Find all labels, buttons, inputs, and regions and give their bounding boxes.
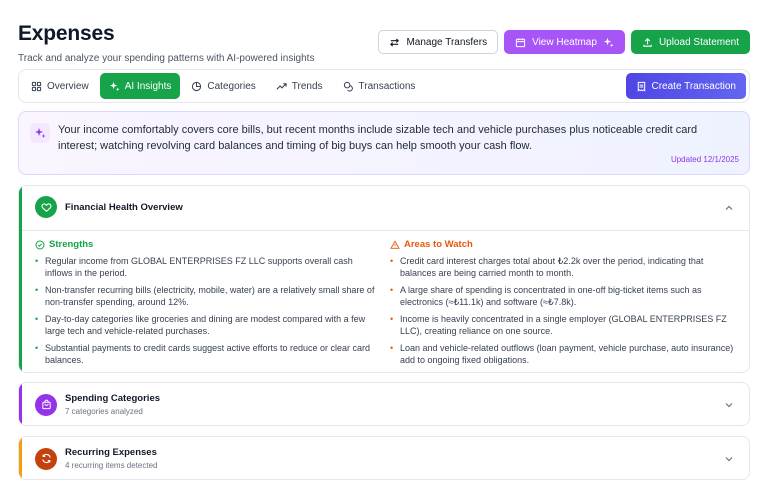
manage-transfers-label: Manage Transfers	[406, 36, 488, 48]
header-actions: Manage Transfers View Heatmap Upload Sta…	[378, 30, 750, 54]
trending-up-icon	[276, 82, 287, 90]
chevron-up-icon[interactable]	[723, 202, 735, 214]
insight-summary-text: Your income comfortably covers core bill…	[58, 124, 698, 152]
chevron-down-icon[interactable]	[723, 399, 735, 411]
areas-to-watch-heading: Areas to Watch	[390, 239, 735, 250]
list-item: Credit card interest charges total about…	[390, 256, 735, 279]
heart-icon	[41, 202, 51, 212]
view-heatmap-label: View Heatmap	[532, 36, 597, 48]
sparkles-icon	[35, 128, 46, 138]
tab-overview-label: Overview	[47, 80, 89, 92]
recurring-expenses-title: Recurring Expenses	[65, 447, 157, 458]
refresh-icon-badge	[35, 447, 57, 470]
upload-statement-label: Upload Statement	[658, 36, 739, 48]
upload-icon	[643, 37, 652, 47]
tab-trends-label: Trends	[291, 80, 323, 92]
recurring-expenses-subtitle: 4 recurring items detected	[65, 461, 158, 470]
tab-transactions-label: Transactions	[358, 80, 416, 92]
spending-categories-card[interactable]: Spending Categories 7 categories analyze…	[18, 382, 750, 426]
strengths-column: Strengths Regular income from GLOBAL ENT…	[35, 239, 380, 372]
sparkles-icon	[603, 37, 614, 47]
receipt-icon	[637, 81, 645, 92]
recurring-expenses-card[interactable]: Recurring Expenses 4 recurring items det…	[18, 436, 750, 480]
heart-icon-badge	[35, 196, 57, 218]
page-header: Expenses Track and analyze your spending…	[18, 22, 314, 64]
tab-transactions[interactable]: Transactions	[334, 73, 425, 99]
areas-to-watch-title: Areas to Watch	[404, 239, 473, 250]
areas-to-watch-list: Credit card interest charges total about…	[390, 256, 735, 366]
check-circle-icon	[35, 239, 45, 250]
card-accent-strip	[19, 186, 22, 372]
card-accent-strip	[19, 437, 22, 479]
insight-icon-badge	[30, 123, 50, 143]
areas-to-watch-column: Areas to Watch Credit card interest char…	[390, 239, 735, 372]
calendar-icon	[515, 37, 526, 47]
card-divider	[22, 230, 749, 231]
shopping-bag-icon	[41, 399, 51, 410]
manage-transfers-button[interactable]: Manage Transfers	[378, 30, 499, 54]
list-item: Income is heavily concentrated in a sing…	[390, 314, 735, 337]
spending-categories-header: Spending Categories 7 categories analyze…	[35, 393, 160, 416]
ai-insight-banner: Your income comfortably covers core bill…	[18, 111, 750, 175]
pie-chart-icon	[192, 81, 202, 91]
financial-health-card: Financial Health Overview Strengths Regu…	[18, 185, 750, 373]
refresh-icon	[41, 454, 51, 463]
list-item: Non-transfer recurring bills (electricit…	[35, 285, 380, 308]
upload-statement-button[interactable]: Upload Statement	[630, 30, 750, 54]
arrows-left-right-icon	[390, 37, 400, 47]
coins-icon	[343, 81, 353, 92]
recurring-expenses-header: Recurring Expenses 4 recurring items det…	[35, 447, 158, 470]
insight-updated-date: Updated 12/1/2025	[670, 155, 739, 164]
warning-triangle-icon	[390, 239, 400, 249]
card-accent-strip	[19, 383, 22, 425]
tab-ai-insights[interactable]: AI Insights	[99, 73, 181, 99]
strengths-list: Regular income from GLOBAL ENTERPRISES F…	[35, 256, 380, 366]
list-item: A large share of spending is concentrate…	[390, 285, 735, 308]
list-item: Regular income from GLOBAL ENTERPRISES F…	[35, 256, 380, 279]
page-subtitle: Track and analyze your spending patterns…	[18, 53, 315, 64]
create-transaction-label: Create Transaction	[651, 80, 737, 92]
list-item: Substantial payments to credit cards sug…	[35, 343, 380, 366]
chevron-down-icon[interactable]	[723, 453, 735, 465]
spending-categories-subtitle: 7 categories analyzed	[65, 407, 143, 416]
create-transaction-button[interactable]: Create Transaction	[625, 73, 746, 99]
tab-bar: Overview AI Insights Categories Trends T…	[18, 69, 750, 103]
shopping-bag-icon-badge	[35, 393, 57, 416]
financial-health-title: Financial Health Overview	[65, 201, 183, 213]
grid-icon	[31, 81, 42, 91]
tab-ai-insights-label: AI Insights	[124, 80, 172, 92]
view-heatmap-button[interactable]: View Heatmap	[504, 30, 625, 54]
list-item: Day-to-day categories like groceries and…	[35, 314, 380, 337]
sparkles-icon	[109, 81, 120, 91]
financial-health-header[interactable]: Financial Health Overview	[35, 196, 183, 218]
strengths-heading: Strengths	[35, 239, 380, 250]
list-item: Loan and vehicle-related outflows (loan …	[390, 343, 735, 366]
spending-categories-title: Spending Categories	[65, 393, 161, 404]
page-title: Expenses	[18, 22, 115, 45]
strengths-title: Strengths	[49, 239, 94, 250]
tab-categories[interactable]: Categories	[182, 73, 264, 99]
tab-categories-label: Categories	[207, 80, 256, 92]
tab-overview[interactable]: Overview	[22, 73, 98, 99]
tab-trends[interactable]: Trends	[267, 73, 332, 99]
